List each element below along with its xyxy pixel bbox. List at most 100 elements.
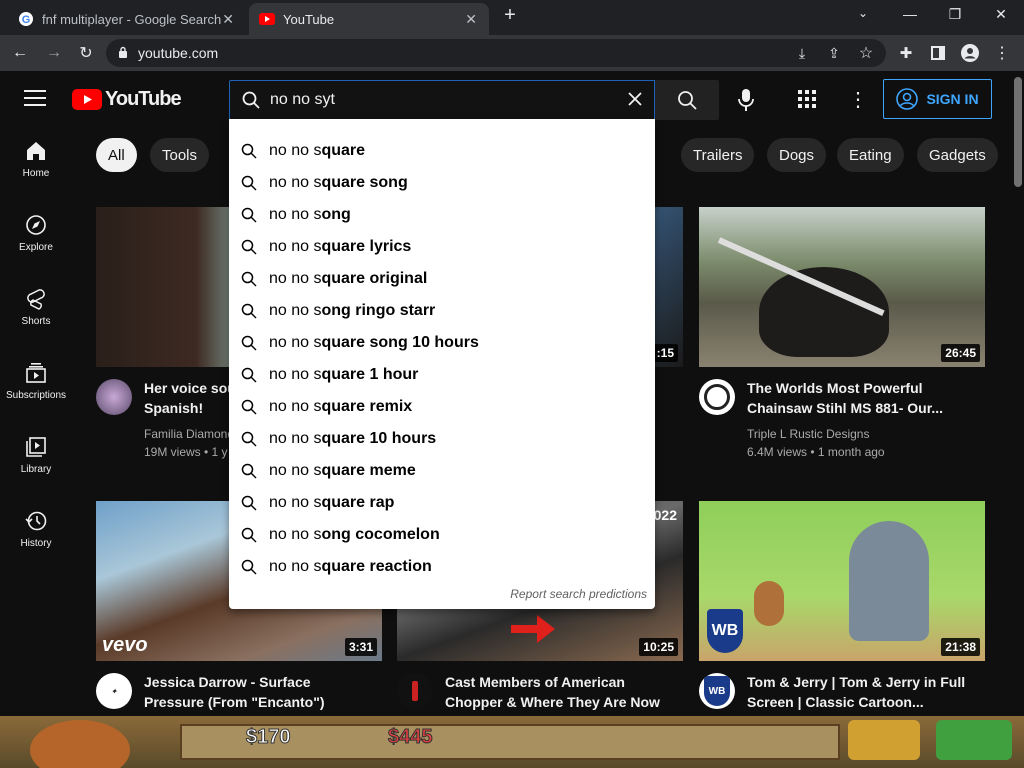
video-thumbnail[interactable]: WB 21:38 (699, 501, 985, 661)
restore-icon[interactable]: ❐ (940, 6, 970, 23)
channel-avatar[interactable] (699, 379, 735, 415)
search-suggestion[interactable]: no no square 1 hour (229, 359, 655, 391)
search-suggestion[interactable]: no no square song 10 hours (229, 327, 655, 359)
search-suggestion[interactable]: no no square song (229, 167, 655, 199)
search-suggestion[interactable]: no no song (229, 199, 655, 231)
search-suggestion[interactable]: no no square 10 hours (229, 423, 655, 455)
suggestion-text: no no song cocomelon (269, 526, 440, 543)
search-suggestion[interactable]: no no square lyrics (229, 231, 655, 263)
lock-icon (118, 45, 128, 61)
apps-grid-icon[interactable] (798, 90, 816, 113)
sidebar-item-library[interactable]: Library (0, 418, 72, 492)
shorts-icon (27, 288, 45, 310)
extensions-icon[interactable]: ✚ (896, 43, 916, 63)
tab-title: YouTube (283, 11, 335, 27)
hamburger-menu-icon[interactable] (24, 89, 46, 112)
tab-youtube[interactable]: YouTube ✕ (249, 3, 489, 35)
thumbnail-stump (759, 267, 889, 357)
chip-label: All (108, 146, 125, 164)
back-icon[interactable]: ← (10, 43, 30, 63)
svg-text:G: G (22, 14, 31, 26)
video-duration: 26:45 (941, 344, 980, 362)
video-title[interactable]: The Worlds Most Powerful Chainsaw Stihl M… (747, 378, 983, 418)
install-icon[interactable]: ⤓ (792, 43, 812, 63)
address-bar[interactable]: youtube.com (106, 39, 886, 67)
search-suggestion[interactable]: no no square original (229, 263, 655, 295)
profile-icon[interactable] (960, 43, 980, 63)
sidebar-item-shorts[interactable]: Shorts (0, 270, 72, 344)
search-icon (241, 495, 261, 511)
compass-icon (26, 214, 46, 235)
channel-avatar[interactable]: WB (699, 673, 735, 709)
search-suggestion[interactable]: no no song cocomelon (229, 519, 655, 551)
browser-menu-icon[interactable]: ⋮ (992, 43, 1012, 63)
tab-google-search[interactable]: G fnf multiplayer - Google Search ✕ (8, 3, 246, 35)
suggestion-text: no no square (269, 142, 366, 159)
tab-search-chevron-icon[interactable]: ⌄ (848, 6, 878, 20)
search-icon (241, 335, 261, 351)
sidebar-item-explore[interactable]: Explore (0, 196, 72, 270)
youtube-logo[interactable]: YouTube (72, 88, 182, 111)
channel-avatar[interactable] (96, 379, 132, 415)
video-title[interactable]: Tom & Jerry | Tom & Jerry in Full Screen … (747, 672, 983, 712)
wb-shield-icon: WB (707, 609, 743, 653)
search-box[interactable] (229, 80, 655, 120)
search-icon (241, 143, 261, 159)
channel-avatar[interactable]: ✦ (96, 673, 132, 709)
minimize-icon[interactable]: — (895, 6, 925, 22)
close-tab-icon[interactable]: ✕ (465, 11, 477, 28)
chip-eating[interactable]: Eating (837, 138, 904, 172)
search-button[interactable] (655, 80, 719, 120)
search-suggestion[interactable]: no no square remix (229, 391, 655, 423)
sidebar-item-history[interactable]: History (0, 492, 72, 566)
bookmark-star-icon[interactable]: ☆ (856, 43, 876, 63)
page-scrollbar[interactable] (1012, 71, 1024, 716)
game-play-button[interactable] (936, 720, 1012, 760)
search-suggestion[interactable]: no no square (229, 135, 655, 167)
search-suggestion[interactable]: no no square meme (229, 455, 655, 487)
clear-search-icon[interactable] (626, 90, 644, 113)
new-tab-icon[interactable]: + (495, 4, 525, 27)
share-icon[interactable]: ⇪ (824, 43, 844, 63)
game-price-label: $170 (246, 726, 291, 749)
microphone-icon[interactable] (738, 89, 754, 116)
chip-all[interactable]: All (96, 138, 137, 172)
chip-tools[interactable]: Tools (150, 138, 210, 172)
account-circle-icon (896, 88, 919, 110)
chip-dogs[interactable]: Dogs (767, 138, 827, 172)
reload-icon[interactable]: ↻ (76, 43, 96, 63)
suggestion-text: no no square rap (269, 494, 395, 511)
close-window-icon[interactable]: ✕ (986, 6, 1016, 23)
forward-icon[interactable]: → (44, 43, 64, 63)
search-input[interactable] (270, 89, 610, 111)
video-thumbnail[interactable]: 26:45 (699, 207, 985, 367)
chip-trailers[interactable]: Trailers (681, 138, 755, 172)
channel-name[interactable]: Triple L Rustic Designs (747, 425, 869, 443)
thumbnail-tom-cat (849, 521, 929, 641)
search-suggestion[interactable]: no no square rap (229, 487, 655, 519)
video-title[interactable]: Cast Members of American Chopper & Where … (445, 672, 681, 712)
subscriptions-icon (26, 362, 46, 383)
sidebar-item-subscriptions[interactable]: Subscriptions (0, 344, 72, 418)
game-button[interactable] (848, 720, 920, 760)
chip-gadgets[interactable]: Gadgets (917, 138, 998, 172)
search-suggestion[interactable]: no no song ringo starr (229, 295, 655, 327)
search-icon (678, 91, 697, 110)
sidebar-item-home[interactable]: Home (0, 122, 72, 196)
report-predictions-link[interactable]: Report search predictions (510, 587, 647, 601)
video-title[interactable]: Jessica Darrow - Surface Pressure (From "… (144, 672, 380, 712)
settings-more-icon[interactable]: ⋮ (848, 87, 868, 112)
close-tab-icon[interactable]: ✕ (222, 11, 234, 28)
video-duration: 10:25 (639, 638, 678, 656)
channel-name[interactable]: Familia Diamond (144, 425, 234, 443)
side-panel-icon[interactable] (928, 43, 948, 63)
search-icon (241, 271, 261, 287)
suggestion-text: no no song (269, 206, 351, 223)
scrollbar-thumb[interactable] (1014, 77, 1022, 187)
sign-in-button[interactable]: SIGN IN (883, 79, 992, 119)
search-suggestion[interactable]: no no square reaction (229, 551, 655, 583)
search-icon (241, 527, 261, 543)
sidebar-item-label: Explore (19, 241, 53, 253)
channel-avatar[interactable] (397, 673, 433, 709)
chip-label: Eating (849, 146, 892, 164)
